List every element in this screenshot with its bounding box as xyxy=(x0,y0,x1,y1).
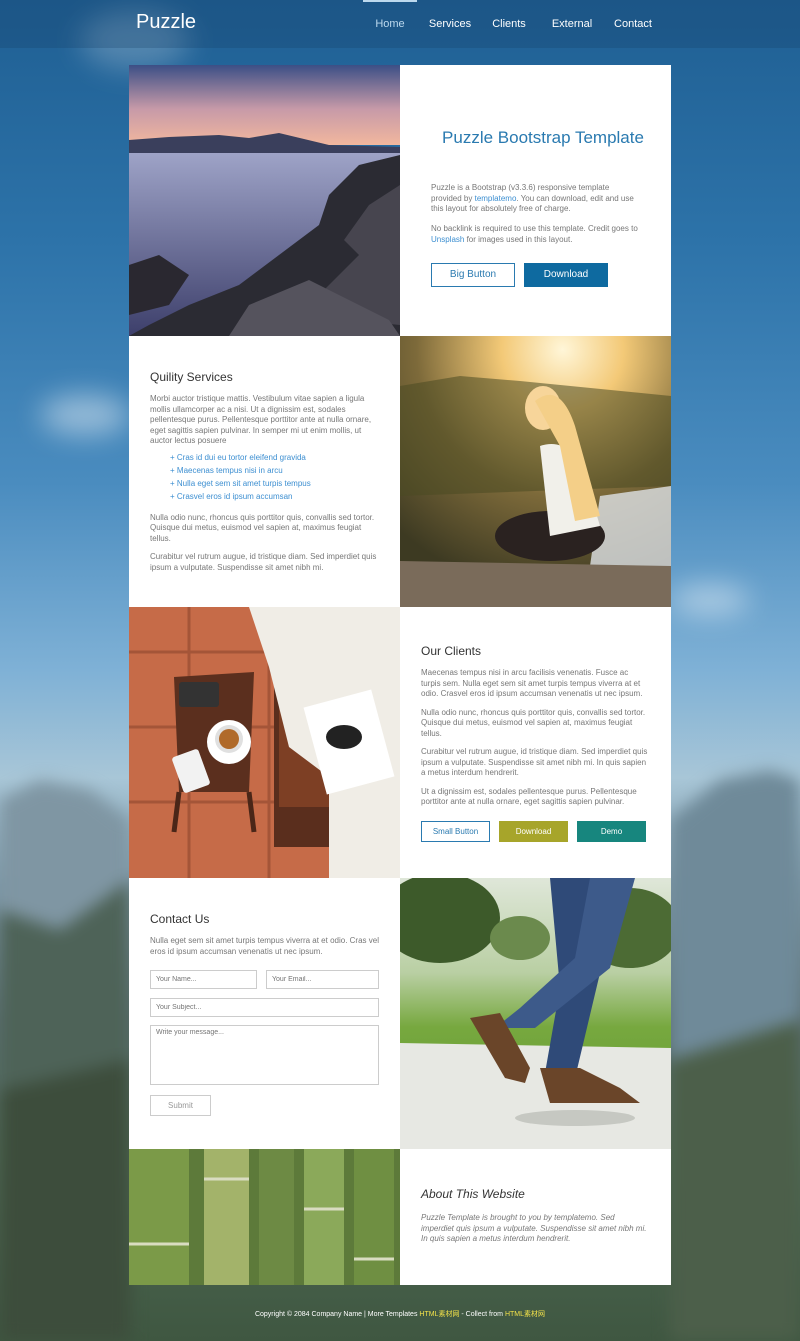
services-panel: Quility Services Morbi auctor tristique … xyxy=(129,336,400,607)
clients-paragraph-4: Ut a dignissim est, sodales pellentesque… xyxy=(421,786,637,807)
about-panel: About This Website Puzzle Template is br… xyxy=(400,1149,671,1285)
services-paragraph-2: Nulla odio nunc, rhoncus quis porttitor … xyxy=(150,512,375,543)
clients-download-button[interactable]: Download xyxy=(499,821,568,842)
about-paragraph: Puzzle Template is brought to you by tem… xyxy=(421,1213,647,1243)
clients-title: Our Clients xyxy=(421,644,482,658)
list-item: Cras id dui eu tortor eleifend gravida xyxy=(170,451,380,464)
clients-paragraph-2: Nulla odio nunc, rhoncus quis porttitor … xyxy=(421,707,646,738)
list-item: Maecenas tempus nisi in arcu xyxy=(170,464,380,477)
hero-download-button[interactable]: Download xyxy=(524,263,608,287)
big-button[interactable]: Big Button xyxy=(431,263,515,287)
footer-link-2[interactable]: HTML素材网 xyxy=(505,1311,545,1318)
services-list: Cras id dui eu tortor eleifend gravida M… xyxy=(150,451,380,503)
hero-intro-text: Puzzle is a Bootstrap (v3.3.6) responsiv… xyxy=(431,183,634,213)
hero-panel: Puzzle Bootstrap Template Puzzle is a Bo… xyxy=(400,65,671,336)
nav-services[interactable]: Services xyxy=(425,0,475,48)
unsplash-link[interactable]: Unsplash xyxy=(431,235,464,244)
services-paragraph-1: Morbi auctor tristique mattis. Vestibulu… xyxy=(150,394,372,445)
hero-credit-text: No backlink is required to use this temp… xyxy=(431,224,638,244)
woman-sunset-image xyxy=(400,336,671,607)
list-item: Nulla eget sem sit amet turpis tempus xyxy=(170,477,380,490)
name-field[interactable] xyxy=(150,970,257,989)
contact-title: Contact Us xyxy=(150,912,210,926)
hero-title: Puzzle Bootstrap Template xyxy=(442,128,644,147)
demo-button[interactable]: Demo xyxy=(577,821,646,842)
site-brand[interactable]: Puzzle xyxy=(136,11,196,34)
list-item: Crasvel eros id ipsum accumsan xyxy=(170,490,380,503)
services-paragraph-3: Curabitur vel rutrum augue, id tristique… xyxy=(150,552,377,572)
clients-paragraph-1: Maecenas tempus nisi in arcu facilisis v… xyxy=(421,668,643,698)
contact-panel: Contact Us Nulla eget sem sit amet turpi… xyxy=(129,878,400,1149)
small-button[interactable]: Small Button xyxy=(421,821,490,842)
templatemo-link[interactable]: templatemo xyxy=(475,194,517,203)
main-nav: Home Services Clients External Contact xyxy=(363,0,655,48)
nav-home[interactable]: Home xyxy=(363,0,417,48)
services-title: Quility Services xyxy=(150,370,233,384)
contact-paragraph: Nulla eget sem sit amet turpis tempus vi… xyxy=(150,936,379,956)
top-navbar: Puzzle Home Services Clients External Co… xyxy=(0,0,800,48)
subject-field[interactable] xyxy=(150,998,379,1017)
walking-person-image xyxy=(400,878,671,1149)
footer-link-1[interactable]: HTML素材网 xyxy=(419,1311,459,1318)
nav-contact[interactable]: Contact xyxy=(611,0,655,48)
about-title: About This Website xyxy=(421,1187,525,1201)
nav-clients[interactable]: Clients xyxy=(489,0,529,48)
clients-paragraph-3: Curabitur vel rutrum augue, id tristique… xyxy=(421,747,648,777)
bamboo-image xyxy=(129,1149,400,1285)
clients-panel: Our Clients Maecenas tempus nisi in arcu… xyxy=(400,607,671,878)
email-field[interactable] xyxy=(266,970,379,989)
coffee-magazine-image xyxy=(129,607,400,878)
submit-button[interactable]: Submit xyxy=(150,1095,211,1116)
sunset-coast-image xyxy=(129,65,400,336)
site-footer: Copyright © 2084 Company Name | More Tem… xyxy=(254,1311,546,1318)
nav-external[interactable]: External xyxy=(547,0,597,48)
message-field[interactable] xyxy=(150,1025,379,1085)
